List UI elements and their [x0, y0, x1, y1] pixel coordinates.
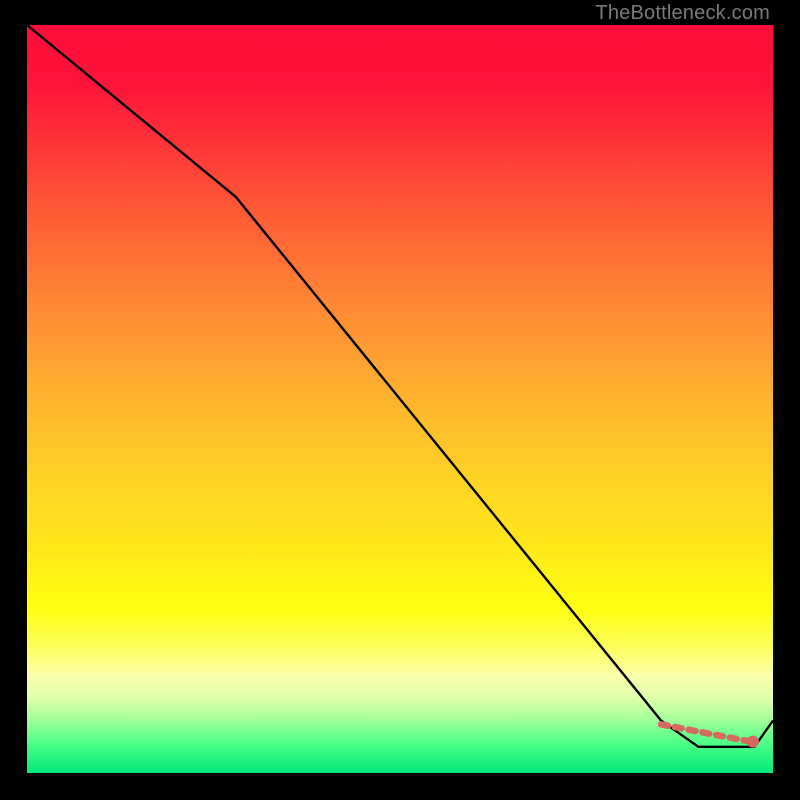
dashed-segment — [661, 724, 751, 741]
min-dot — [747, 736, 759, 748]
chart-frame: TheBottleneck.com — [0, 0, 800, 800]
watermark-text: TheBottleneck.com — [595, 2, 770, 25]
main-curve — [27, 25, 773, 747]
chart-overlay — [27, 25, 773, 773]
